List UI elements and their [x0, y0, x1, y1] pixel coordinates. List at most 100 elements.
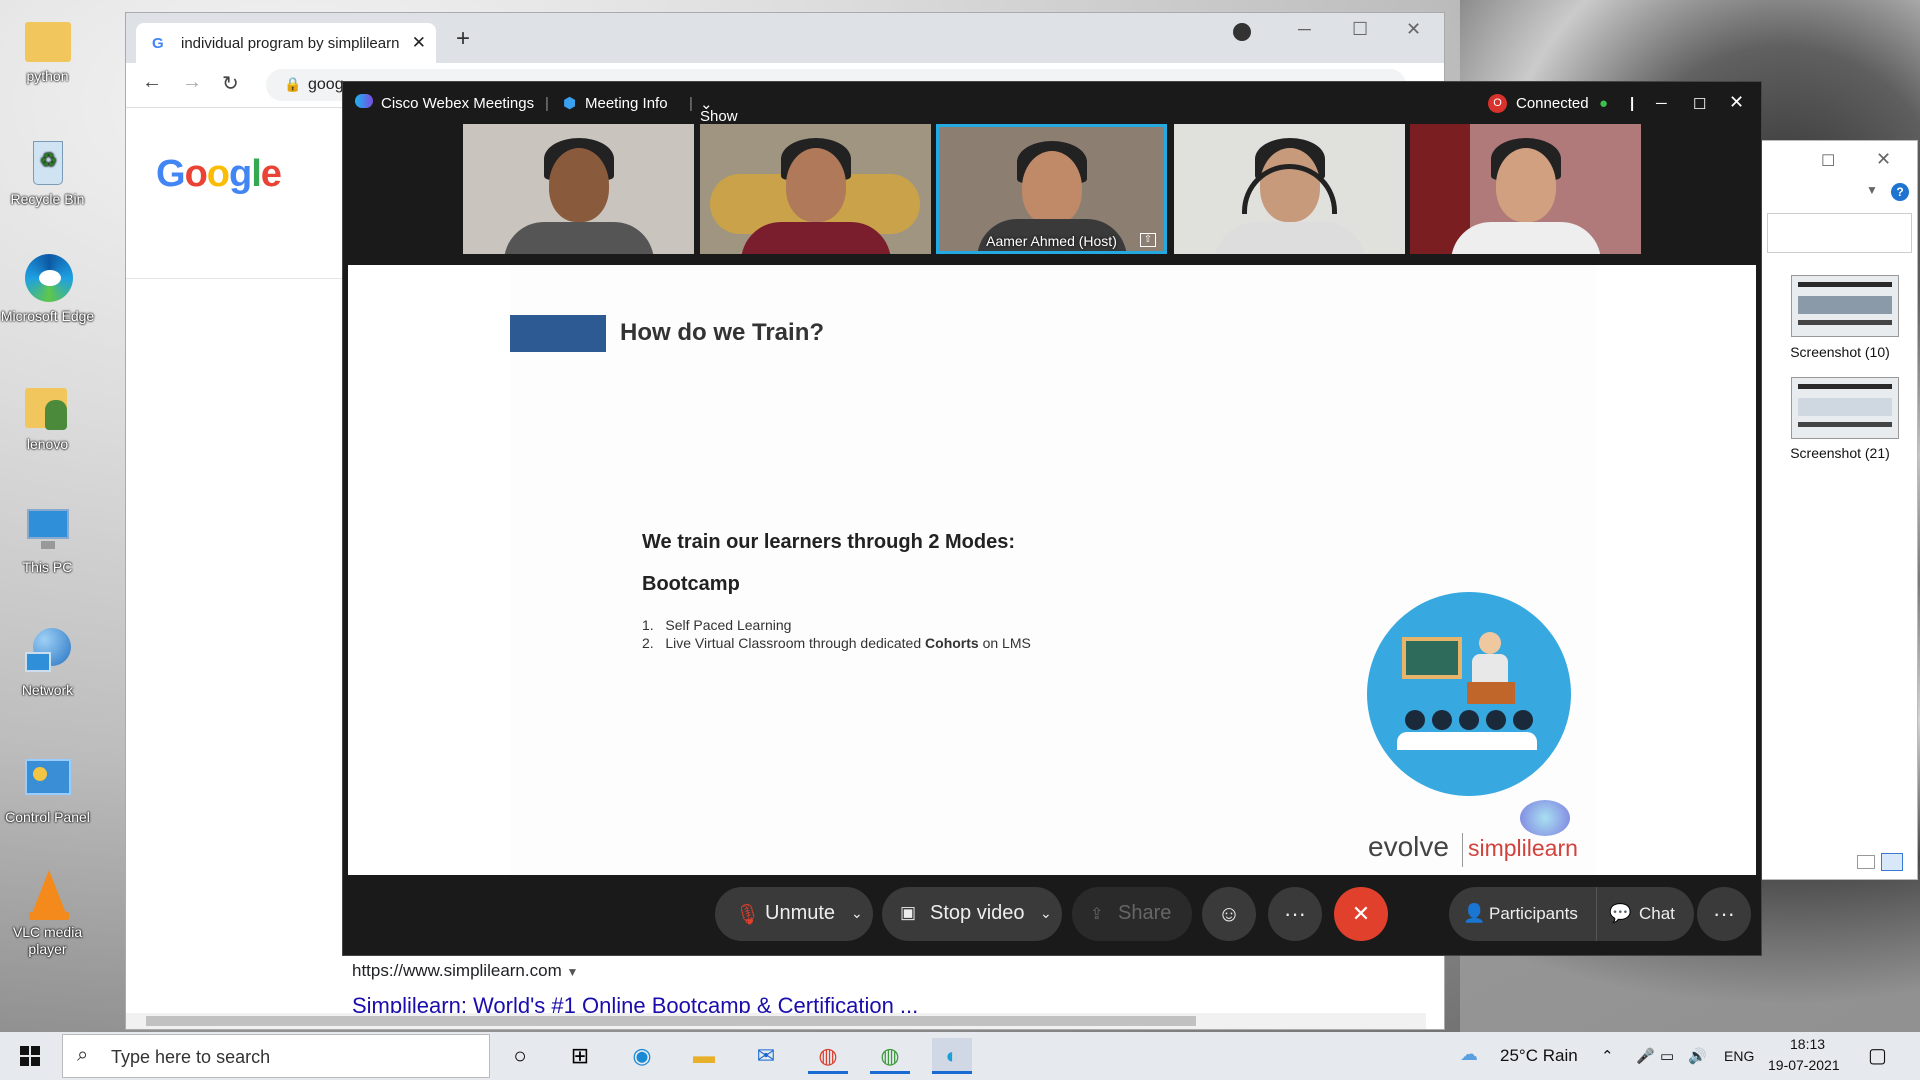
desktop-icon-network[interactable]: Network — [0, 626, 95, 699]
desktop-icon-vlc[interactable]: VLC media player — [0, 868, 95, 958]
close-icon[interactable]: ✕ — [1406, 19, 1421, 40]
chevron-down-icon[interactable]: ⌄ — [851, 905, 863, 922]
chat-button[interactable]: Chat — [1639, 904, 1675, 924]
lock-icon: 🔒 — [284, 76, 302, 92]
search-box[interactable] — [1767, 213, 1912, 253]
divider: | — [689, 95, 693, 112]
chat-icon: 💬 — [1609, 903, 1632, 923]
thumbnail-label[interactable]: Screenshot (10) — [1761, 344, 1919, 360]
desktop-icon-recycle-bin[interactable]: ♻ Recycle Bin — [0, 135, 95, 208]
desktop-icon-python[interactable]: python — [0, 12, 95, 85]
share-label: Share — [1118, 902, 1172, 924]
chrome-tab[interactable]: G individual program by simplilearn ✕ — [136, 23, 436, 63]
desktop-icon-control-panel[interactable]: Control Panel — [0, 753, 95, 826]
result-url[interactable]: https://www.simplilearn.com ▼ — [352, 961, 578, 981]
computer-icon — [23, 503, 73, 555]
task-view-icon[interactable]: ○ — [500, 1038, 540, 1074]
user-folder-icon — [23, 380, 73, 432]
show-menu-bar-button[interactable]: Show Menu Bar ⌄ — [700, 95, 738, 159]
video-tile[interactable] — [463, 124, 694, 254]
file-explorer-window: ☐ ✕ ▼ ? Screenshot (10) Screenshot (21) — [1760, 140, 1918, 880]
google-logo[interactable]: Google — [156, 153, 282, 196]
taskbar: ⌕ Type here to search ○ ⊞ ◉ ▬ ✉ ◍ ◍ ◐ ☁ … — [0, 1032, 1920, 1080]
chevron-down-icon[interactable]: ⌄ — [1040, 905, 1052, 922]
leave-meeting-button[interactable]: ✕ — [1334, 887, 1388, 941]
thumbnail-label[interactable]: Screenshot (21) — [1761, 445, 1919, 461]
stop-video-button[interactable]: ▣ Stop video ⌄ — [882, 887, 1062, 941]
network-icon — [23, 626, 73, 678]
battery-icon[interactable]: ▭ — [1660, 1047, 1674, 1065]
participant-face — [1495, 148, 1556, 222]
taskbar-search-box[interactable]: ⌕ Type here to search — [62, 1034, 490, 1078]
language-indicator[interactable]: ENG — [1724, 1048, 1754, 1064]
help-icon[interactable]: ? — [1891, 183, 1909, 201]
close-icon[interactable]: ✕ — [1729, 92, 1744, 113]
participant-body — [1214, 222, 1365, 254]
connection-status: Connected — [1516, 95, 1589, 112]
google-favicon-icon: G — [152, 35, 164, 52]
profile-dropdown-icon[interactable] — [1233, 23, 1251, 41]
panel-more-button[interactable]: ··· — [1697, 887, 1751, 941]
maximize-icon[interactable]: ☐ — [1352, 19, 1368, 40]
video-tile[interactable] — [1410, 124, 1641, 254]
evolve-logo: evolve — [1368, 831, 1449, 862]
horizontal-scrollbar[interactable] — [126, 1013, 1426, 1029]
webex-taskbar-icon[interactable]: ◐ — [932, 1038, 972, 1074]
clock-time[interactable]: 18:13 — [1790, 1036, 1825, 1052]
desktop-icon-lenovo[interactable]: lenovo — [0, 380, 95, 453]
mail-icon[interactable]: ✉ — [746, 1038, 786, 1074]
file-explorer-icon[interactable]: ▬ — [684, 1038, 724, 1074]
minimize-icon[interactable]: ─ — [1656, 95, 1667, 112]
weather-text[interactable]: 25°C Rain — [1500, 1046, 1578, 1066]
status-dot-icon: ● — [1599, 95, 1609, 112]
maximize-icon[interactable]: ☐ — [1821, 151, 1835, 171]
video-tile-host[interactable]: Aamer Ahmed (Host) ⇧ — [936, 124, 1167, 254]
volume-icon[interactable]: 🔊 — [1688, 1047, 1707, 1065]
webex-logo-icon — [355, 94, 373, 108]
edge-taskbar-icon[interactable]: ◉ — [622, 1038, 662, 1074]
webex-watermark-icon — [1520, 800, 1570, 836]
unmute-button[interactable]: 🎙 Unmute ⌄ — [715, 887, 873, 941]
video-tile[interactable] — [700, 124, 931, 254]
minimize-icon[interactable]: ─ — [1298, 19, 1311, 40]
microphone-icon[interactable]: 🎤 — [1636, 1047, 1655, 1065]
scrollbar-thumb[interactable] — [146, 1016, 1196, 1026]
large-icons-view-icon[interactable] — [1881, 853, 1903, 871]
result-menu-icon[interactable]: ▼ — [566, 965, 578, 979]
chevron-up-icon[interactable]: ⌃ — [1601, 1047, 1614, 1065]
weather-icon[interactable]: ☁ — [1460, 1044, 1478, 1065]
chrome-profile-taskbar-icon[interactable]: ◍ — [870, 1038, 910, 1074]
panel-controls: 👤 Participants 💬 Chat — [1449, 887, 1694, 941]
close-icon[interactable]: ✕ — [1876, 149, 1891, 170]
vlc-icon — [23, 868, 73, 920]
share-indicator-icon: ⇧ — [1140, 233, 1156, 247]
more-options-button[interactable]: ··· — [1268, 887, 1322, 941]
video-tile[interactable] — [1174, 124, 1405, 254]
meeting-info-button[interactable]: Meeting Info — [585, 95, 668, 112]
notifications-icon[interactable]: ▢ — [1868, 1043, 1887, 1068]
desktop-icon-label: This PC — [22, 559, 73, 575]
clock-date[interactable]: 19-07-2021 — [1768, 1057, 1840, 1073]
chevron-down-icon[interactable]: ▼ — [1866, 183, 1878, 197]
chrome-taskbar-icon[interactable]: ◍ — [808, 1038, 848, 1074]
participant-body — [503, 222, 654, 254]
desks — [1397, 732, 1537, 750]
participants-button[interactable]: Participants — [1489, 904, 1578, 924]
share-button[interactable]: ⇪ Share — [1072, 887, 1192, 941]
screenshot-thumbnail[interactable] — [1791, 377, 1899, 439]
desktop-icon-edge[interactable]: Microsoft Edge — [0, 252, 95, 325]
reload-icon[interactable]: ↻ — [222, 71, 239, 96]
details-view-icon[interactable] — [1857, 855, 1875, 869]
screenshot-thumbnail[interactable] — [1791, 275, 1899, 337]
forward-icon[interactable]: → — [182, 71, 202, 94]
widgets-icon[interactable]: ⊞ — [560, 1038, 600, 1074]
maximize-icon[interactable]: ☐ — [1693, 95, 1706, 113]
back-icon[interactable]: ← — [142, 71, 162, 94]
new-tab-button[interactable]: + — [456, 25, 470, 53]
control-panel-icon — [23, 753, 73, 805]
tab-close-icon[interactable]: ✕ — [412, 33, 426, 53]
teacher-icon — [1479, 632, 1501, 654]
desktop-icon-this-pc[interactable]: This PC — [0, 503, 95, 576]
windows-start-icon[interactable] — [20, 1046, 40, 1066]
reactions-button[interactable]: ☺ — [1202, 887, 1256, 941]
